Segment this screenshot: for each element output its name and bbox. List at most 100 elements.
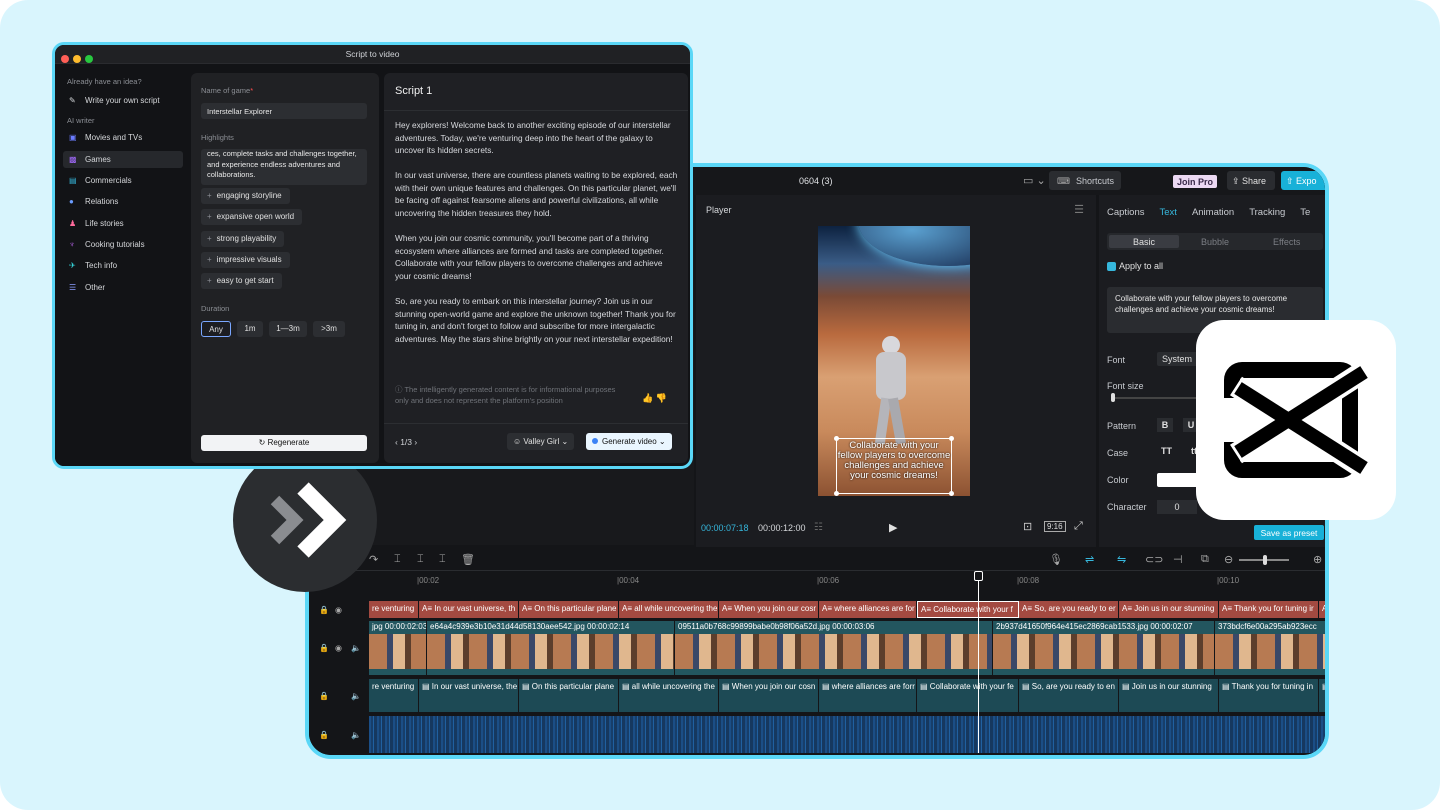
tab-animation[interactable]: Animation	[1192, 207, 1234, 218]
tab-tracking[interactable]: Tracking	[1249, 207, 1285, 218]
caption-clip[interactable]: A≡ When you join our cosr	[719, 601, 819, 618]
layout-icon[interactable]: ▭ ⌄	[1023, 174, 1046, 187]
lock-icon[interactable]: 🔒	[319, 691, 329, 700]
generate-video-button[interactable]: Generate video ⌄	[586, 433, 672, 450]
font-size-slider[interactable]	[1111, 393, 1201, 402]
save-preset-button[interactable]: Save as preset	[1254, 525, 1324, 540]
sidebar-item-movies[interactable]: ▣ Movies and TVs	[63, 129, 183, 146]
subtab-bubble[interactable]: Bubble	[1201, 237, 1229, 247]
slider-handle[interactable]	[1111, 393, 1115, 402]
caption-clip[interactable]: A≡ Thank you for tuning ir	[1219, 601, 1319, 618]
playhead-handle[interactable]	[974, 571, 983, 581]
fullscreen-icon[interactable]: ⤢	[1074, 520, 1083, 533]
caption-clip[interactable]: A≡ In our vast universe, th	[419, 601, 519, 618]
lock-icon[interactable]: 🔒	[319, 644, 329, 653]
sidebar-item-tech[interactable]: ✈ Tech info	[63, 257, 183, 274]
sidebar-item-other[interactable]: ☰ Other	[63, 279, 183, 296]
list-icon[interactable]: ☷	[814, 522, 823, 533]
text-clip[interactable]: re venturing	[369, 679, 419, 712]
highlight-chip[interactable]: + easy to get start	[201, 273, 282, 289]
caption-clip[interactable]: A≡	[1319, 601, 1325, 618]
chevron-right-icon[interactable]: ›	[412, 437, 417, 447]
microphone-icon[interactable]: 🎙	[1049, 553, 1063, 566]
eye-icon[interactable]: ◉	[335, 605, 342, 614]
thumbs-down-icon[interactable]: 👎	[656, 393, 667, 403]
sidebar-item-games[interactable]: ▩ Games	[63, 151, 183, 168]
play-icon[interactable]: ▶	[889, 521, 897, 534]
apply-to-all-checkbox[interactable]: Apply to all	[1107, 261, 1163, 272]
duration-3m-plus[interactable]: >3m	[313, 321, 345, 337]
playhead[interactable]	[974, 571, 983, 753]
align-icon[interactable]: ⊣	[1173, 553, 1183, 566]
link-icon[interactable]: ⊂⊃	[1145, 553, 1163, 566]
caption-clip-selected[interactable]: A≡ Collaborate with your f	[917, 601, 1019, 618]
text-clip[interactable]: ▤ all while uncovering the	[619, 679, 719, 712]
highlight-chip[interactable]: + expansive open world	[201, 209, 303, 225]
text-clip[interactable]: ▤ Collaborate with your fe	[917, 679, 1019, 712]
duration-1m[interactable]: 1m	[237, 321, 263, 337]
text-clip[interactable]: ▤ Thank you for tuning in	[1219, 679, 1319, 712]
share-button[interactable]: ⇪ Share	[1227, 171, 1275, 190]
video-preview[interactable]: Collaborate with your fellow players to …	[818, 226, 970, 496]
split-icon[interactable]: ⌶	[394, 553, 401, 566]
caption-clip[interactable]: A≡ Join us in our stunning	[1119, 601, 1219, 618]
regenerate-button[interactable]: ↻ Regenerate	[201, 435, 367, 451]
game-name-input[interactable]: Interstellar Explorer	[201, 103, 367, 119]
caption-clip[interactable]: A≡ So, are you ready to er	[1019, 601, 1119, 618]
join-pro-button[interactable]: Join Pro	[1173, 175, 1218, 188]
video-clip[interactable]: jpg 00:00:02:03	[369, 621, 427, 675]
lock-icon[interactable]: 🔒	[319, 605, 329, 614]
audio-icon[interactable]: 🔈	[351, 644, 361, 653]
sidebar-item-cooking[interactable]: ♆ Cooking tutorials	[63, 236, 183, 253]
tab-captions[interactable]: Captions	[1107, 207, 1145, 218]
script-body[interactable]: Hey explorers! Welcome back to another e…	[395, 119, 680, 358]
eye-icon[interactable]: ◉	[335, 644, 342, 653]
thumbs-up-icon[interactable]: 👍	[642, 393, 653, 403]
time-ruler[interactable]: |00:02 |00:04 |00:06 |00:08 |00:10	[369, 572, 1325, 590]
link-main-icon[interactable]: ⇌	[1085, 553, 1094, 566]
zoom-handle[interactable]	[1263, 555, 1267, 565]
sidebar-item-commercials[interactable]: ▤ Commercials	[63, 172, 183, 189]
audio-icon[interactable]: 🔈	[351, 691, 361, 700]
subtab-effects[interactable]: Effects	[1273, 237, 1300, 247]
menu-icon[interactable]: ☰	[1074, 203, 1084, 216]
sidebar-item-write-own[interactable]: ✎ Write your own script	[63, 92, 183, 109]
subtab-basic[interactable]: Basic	[1109, 235, 1179, 248]
highlight-chip[interactable]: + strong playability	[201, 231, 285, 247]
text-clip[interactable]: ▤ When you join our cosn	[719, 679, 819, 712]
character-spacing-input[interactable]: 0	[1157, 500, 1197, 514]
magnet-icon[interactable]: ⇋	[1117, 553, 1126, 566]
split-right-icon[interactable]: ⌶	[439, 553, 446, 566]
duration-any[interactable]: Any	[201, 321, 231, 337]
highlight-chip[interactable]: + impressive visuals	[201, 252, 290, 268]
caption-clip[interactable]: A≡ where alliances are for	[819, 601, 917, 618]
highlights-textarea[interactable]: ces, complete tasks and challenges toget…	[201, 149, 367, 185]
video-clip[interactable]: 09511a0b768c99899babe0b98f06a52d.jpg 00:…	[675, 621, 993, 675]
audio-waveform[interactable]	[369, 716, 1325, 753]
tab-more[interactable]: Te	[1300, 207, 1310, 218]
tab-text[interactable]: Text	[1160, 207, 1177, 218]
uppercase-button[interactable]: TT	[1161, 446, 1172, 456]
duration-1-3m[interactable]: 1—3m	[269, 321, 307, 337]
preview-icon[interactable]: ⧉	[1201, 553, 1209, 566]
text-clip[interactable]: ▤ In our vast universe, the	[419, 679, 519, 712]
text-clip[interactable]: ▤	[1319, 679, 1325, 712]
caption-clip[interactable]: A≡ On this particular plane	[519, 601, 619, 618]
video-clip[interactable]: 2b937d41650f964e415ec2869cab1533.jpg 00:…	[993, 621, 1215, 675]
delete-icon[interactable]: 🗑	[461, 553, 475, 566]
video-clip[interactable]: e64a4c939e3b10e31d44d58130aee542.jpg 00:…	[427, 621, 675, 675]
text-clip[interactable]: ▤ where alliances are forr	[819, 679, 917, 712]
shortcuts-button[interactable]: ⌨ Shortcuts	[1049, 171, 1121, 190]
export-button[interactable]: ⇧ Expo	[1281, 171, 1325, 190]
lock-icon[interactable]: 🔒	[319, 730, 329, 739]
caption-clip[interactable]: re venturing	[369, 601, 419, 618]
split-left-icon[interactable]: ⌶	[417, 553, 424, 566]
text-clip[interactable]: ▤ Join us in our stunning	[1119, 679, 1219, 712]
zoom-slider[interactable]	[1239, 555, 1289, 565]
sidebar-item-life-stories[interactable]: ♟ Life stories	[63, 215, 183, 232]
video-clip[interactable]: 373bdcf6e00a295ab923ecc	[1215, 621, 1325, 675]
zoom-out-icon[interactable]: ⊖	[1224, 553, 1233, 566]
text-clip[interactable]: ▤ On this particular plane	[519, 679, 619, 712]
caption-clip[interactable]: A≡ all while uncovering the	[619, 601, 719, 618]
highlight-chip[interactable]: + engaging storyline	[201, 188, 290, 204]
